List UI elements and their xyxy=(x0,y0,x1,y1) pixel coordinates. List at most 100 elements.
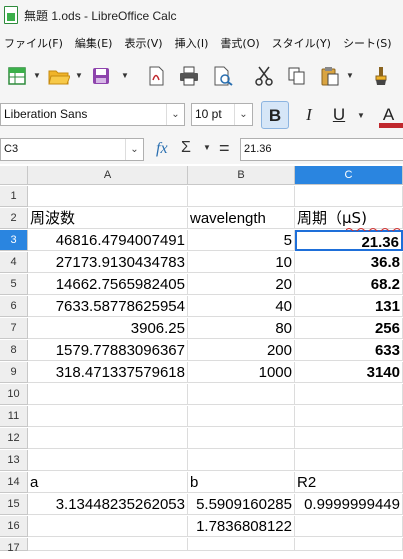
menu-edit[interactable]: 編集(E) xyxy=(71,35,121,51)
cell-b8[interactable]: 200 xyxy=(188,340,295,361)
chevron-down-icon[interactable]: ⌄ xyxy=(166,104,184,125)
formula-input[interactable]: 21.36 xyxy=(240,138,403,161)
row-header[interactable]: 1 xyxy=(0,186,28,207)
new-spreadsheet-button[interactable] xyxy=(4,63,30,89)
menu-insert[interactable]: 挿入(I) xyxy=(171,35,217,51)
cell-a14[interactable]: a xyxy=(28,472,188,493)
cell-b5[interactable]: 20 xyxy=(188,274,295,295)
select-all-corner[interactable] xyxy=(0,166,28,185)
font-name-box[interactable]: Liberation Sans ⌄ xyxy=(0,103,185,126)
cell-c14[interactable]: R2 xyxy=(295,472,403,493)
cell-b6[interactable]: 40 xyxy=(188,296,295,317)
sum-button[interactable]: Σ xyxy=(181,139,191,157)
cell-c2[interactable]: 周期（μS) xyxy=(295,208,403,229)
paste-button[interactable] xyxy=(317,63,343,89)
bold-button[interactable]: B xyxy=(261,101,289,129)
cut-button[interactable] xyxy=(251,63,277,89)
row-header[interactable]: 15 xyxy=(0,494,28,515)
clone-formatting-button[interactable] xyxy=(368,63,394,89)
row-header[interactable]: 7 xyxy=(0,318,28,339)
row-header[interactable]: 13 xyxy=(0,450,28,471)
cell-c17[interactable] xyxy=(295,538,403,551)
row-header[interactable]: 12 xyxy=(0,428,28,449)
cell-a17[interactable] xyxy=(28,538,188,551)
column-header-c[interactable]: C xyxy=(295,166,403,185)
sum-dropdown-arrow[interactable]: ▼ xyxy=(203,143,211,152)
menu-file[interactable]: ファイル(F) xyxy=(0,35,71,51)
cell-c4[interactable]: 36.8 xyxy=(295,252,403,273)
cell-c16[interactable] xyxy=(295,516,403,537)
name-box[interactable]: C3 ⌄ xyxy=(0,138,144,161)
italic-button[interactable]: I xyxy=(295,101,323,129)
open-button[interactable] xyxy=(46,63,72,89)
formula-button[interactable]: = xyxy=(219,138,230,159)
cell-a10[interactable] xyxy=(28,384,188,405)
cell-c3-selected[interactable]: 21.36 xyxy=(295,230,403,251)
cell-c7[interactable]: 256 xyxy=(295,318,403,339)
cell-c1[interactable] xyxy=(295,186,403,207)
cell-c6[interactable]: 131 xyxy=(295,296,403,317)
cell-c8[interactable]: 633 xyxy=(295,340,403,361)
cell-b1[interactable] xyxy=(188,186,295,207)
row-header[interactable]: 11 xyxy=(0,406,28,427)
cell-b7[interactable]: 80 xyxy=(188,318,295,339)
cell-c12[interactable] xyxy=(295,428,403,449)
row-header[interactable]: 14 xyxy=(0,472,28,493)
export-pdf-button[interactable] xyxy=(143,63,169,89)
cell-b11[interactable] xyxy=(188,406,295,427)
cell-a5[interactable]: 14662.7565982405 xyxy=(28,274,188,295)
row-header[interactable]: 9 xyxy=(0,362,28,383)
cell-a16[interactable] xyxy=(28,516,188,537)
cell-b12[interactable] xyxy=(188,428,295,449)
new-dropdown-arrow[interactable]: ▼ xyxy=(33,72,41,80)
column-header-b[interactable]: B xyxy=(188,166,295,185)
cell-c5[interactable]: 68.2 xyxy=(295,274,403,295)
cell-c11[interactable] xyxy=(295,406,403,427)
cell-a9[interactable]: 318.471337579618 xyxy=(28,362,188,383)
copy-button[interactable] xyxy=(284,63,310,89)
cell-c13[interactable] xyxy=(295,450,403,471)
row-header[interactable]: 8 xyxy=(0,340,28,361)
cell-b2[interactable]: wavelength xyxy=(188,208,295,229)
cell-a15[interactable]: 3.13448235262053 xyxy=(28,494,188,515)
cell-a11[interactable] xyxy=(28,406,188,427)
chevron-down-icon[interactable]: ⌄ xyxy=(234,104,252,125)
row-header[interactable]: 17 xyxy=(0,538,28,554)
cell-b4[interactable]: 10 xyxy=(188,252,295,273)
cell-b13[interactable] xyxy=(188,450,295,471)
cell-b16[interactable]: 1.7836808122 xyxy=(188,516,295,537)
cell-a4[interactable]: 27173.9130434783 xyxy=(28,252,188,273)
underline-button[interactable]: U xyxy=(325,101,353,129)
row-header[interactable]: 2 xyxy=(0,208,28,229)
menu-styles[interactable]: スタイル(Y) xyxy=(268,35,339,51)
row-header[interactable]: 3 xyxy=(0,230,28,251)
spreadsheet-grid[interactable]: A B C 1 2 3 4 5 6 7 8 9 10 11 12 13 14 1… xyxy=(0,166,403,554)
chevron-down-icon[interactable]: ⌄ xyxy=(125,139,143,160)
cell-a12[interactable] xyxy=(28,428,188,449)
cell-a3[interactable]: 46816.4794007491 xyxy=(28,230,188,251)
cell-b14[interactable]: b xyxy=(188,472,295,493)
cell-c15[interactable]: 0.9999999449 xyxy=(295,494,403,515)
cell-b17[interactable] xyxy=(188,538,295,551)
print-preview-button[interactable] xyxy=(210,63,236,89)
cell-b15[interactable]: 5.5909160285 xyxy=(188,494,295,515)
column-header-a[interactable]: A xyxy=(28,166,188,185)
row-header[interactable]: 16 xyxy=(0,516,28,537)
cell-c10[interactable] xyxy=(295,384,403,405)
row-header[interactable]: 10 xyxy=(0,384,28,405)
menu-format[interactable]: 書式(O) xyxy=(216,35,267,51)
paste-dropdown-arrow[interactable]: ▼ xyxy=(346,72,354,80)
cell-a8[interactable]: 1579.77883096367 xyxy=(28,340,188,361)
save-button[interactable] xyxy=(88,63,114,89)
row-header[interactable]: 5 xyxy=(0,274,28,295)
open-dropdown-arrow[interactable]: ▼ xyxy=(75,72,83,80)
font-size-box[interactable]: 10 pt ⌄ xyxy=(191,103,253,126)
cell-b10[interactable] xyxy=(188,384,295,405)
row-header[interactable]: 4 xyxy=(0,252,28,273)
function-wizard-button[interactable]: fx xyxy=(156,140,168,158)
cell-a13[interactable] xyxy=(28,450,188,471)
cell-b3[interactable]: 5 xyxy=(188,230,295,251)
save-dropdown-arrow[interactable]: ▼ xyxy=(121,72,129,80)
underline-dropdown-arrow[interactable]: ▼ xyxy=(357,112,365,120)
cell-a7[interactable]: 3906.25 xyxy=(28,318,188,339)
